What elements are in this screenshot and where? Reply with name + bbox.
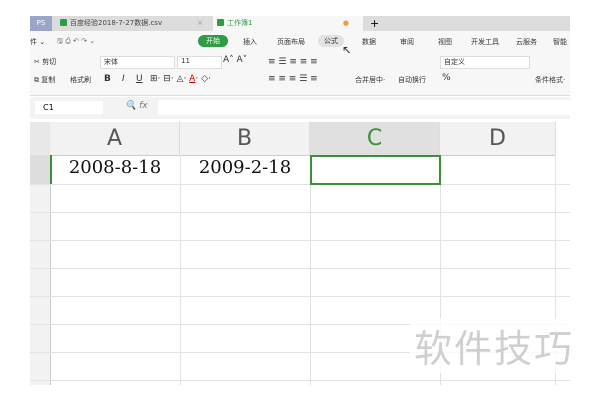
menu-file[interactable]: 件 ⌄ bbox=[30, 37, 45, 47]
name-box[interactable]: C1 bbox=[35, 101, 103, 114]
column-header-c[interactable]: C bbox=[310, 122, 440, 157]
watermark: 软件技巧 bbox=[410, 318, 579, 373]
percent-button[interactable]: % bbox=[442, 73, 451, 83]
menu-data[interactable]: 数据 bbox=[362, 37, 376, 47]
tab-label: 百度经验2018-7-27数据.csv bbox=[70, 19, 163, 27]
close-icon[interactable]: × bbox=[197, 16, 203, 31]
cell-b1[interactable]: 2009-2-18 bbox=[180, 157, 310, 178]
menu-developer[interactable]: 开发工具 bbox=[471, 37, 499, 47]
menu-page-layout[interactable]: 页面布局 bbox=[277, 37, 305, 47]
spreadsheet-icon bbox=[217, 19, 224, 26]
copy-button[interactable]: ⧉ 复制 bbox=[34, 75, 55, 85]
fx-icon[interactable]: 🔍 fx bbox=[125, 101, 148, 111]
italic-button[interactable]: I bbox=[122, 74, 125, 84]
tab-bar: PS 百度经验2018-7-27数据.csv × 工作簿1 ● + bbox=[30, 16, 570, 31]
font-grow-shrink-icons[interactable]: A˄ A˅ bbox=[223, 55, 247, 65]
font-select[interactable]: 宋体 bbox=[100, 56, 175, 69]
border-fill-color-icons[interactable]: ⊞· ⊟· ◬· A· ◇· bbox=[150, 74, 211, 84]
align-icons-2[interactable]: ≡ ≡ ≡ ☰ ≡ bbox=[268, 74, 318, 84]
formula-input[interactable] bbox=[158, 100, 570, 115]
align-icons[interactable]: ≡ ☰ ≡ ≡ ≡ bbox=[268, 57, 318, 67]
cell-a1[interactable]: 2008-8-18 bbox=[50, 157, 180, 178]
formula-bar: C1 🔍 fx bbox=[30, 97, 570, 119]
row-header-1[interactable] bbox=[30, 155, 52, 184]
spreadsheet-icon bbox=[60, 19, 67, 26]
wrap-text-button[interactable]: 自动换行 bbox=[398, 75, 426, 85]
menu-cloud[interactable]: 云服务 bbox=[516, 37, 537, 47]
cell-c1-selected[interactable] bbox=[310, 155, 441, 185]
tab-workbook1[interactable]: 工作簿1 ● bbox=[213, 16, 363, 31]
column-header-b[interactable]: B bbox=[180, 122, 310, 156]
row-headers[interactable] bbox=[30, 155, 51, 385]
conditional-format-button[interactable]: 条件格式· bbox=[535, 75, 565, 85]
tab-csv[interactable]: 百度经验2018-7-27数据.csv × bbox=[56, 16, 211, 31]
quick-access-icons[interactable]: 🖫 ⎙ ↶ ↷ ⌄ bbox=[57, 37, 95, 48]
merge-center-button[interactable]: 合并居中· bbox=[355, 75, 385, 85]
toolbar: ✂ 剪切 ⧉ 复制 格式刷 宋体 11 A˄ A˅ B I U ⊞· ⊟· ◬·… bbox=[30, 53, 570, 96]
menu-review[interactable]: 审阅 bbox=[400, 37, 414, 47]
number-format-select[interactable]: 自定义 bbox=[440, 56, 530, 69]
column-header-d[interactable]: D bbox=[440, 122, 556, 156]
tab-ps[interactable]: PS bbox=[30, 16, 52, 31]
menu-formulas[interactable]: 公式 bbox=[318, 35, 344, 47]
menu-view[interactable]: 视图 bbox=[438, 37, 452, 47]
menu-bar: 件 ⌄ 🖫 ⎙ ↶ ↷ ⌄ 开始 插入 页面布局 公式 数据 审阅 视图 开发工… bbox=[30, 31, 570, 57]
menu-insert[interactable]: 插入 bbox=[243, 37, 257, 47]
bold-button[interactable]: B bbox=[104, 74, 111, 84]
menu-smart[interactable]: 智能 bbox=[553, 37, 567, 47]
tab-label: 工作簿1 bbox=[227, 19, 253, 27]
underline-button[interactable]: U bbox=[136, 74, 143, 84]
menu-home[interactable]: 开始 bbox=[198, 35, 228, 47]
new-tab-button[interactable]: + bbox=[370, 16, 379, 31]
select-all-corner[interactable] bbox=[30, 122, 51, 156]
font-size-select[interactable]: 11 bbox=[177, 56, 222, 69]
format-painter-button[interactable]: 格式刷 bbox=[70, 75, 91, 85]
column-header-a[interactable]: A bbox=[50, 122, 180, 156]
cut-button[interactable]: ✂ 剪切 bbox=[34, 57, 56, 67]
